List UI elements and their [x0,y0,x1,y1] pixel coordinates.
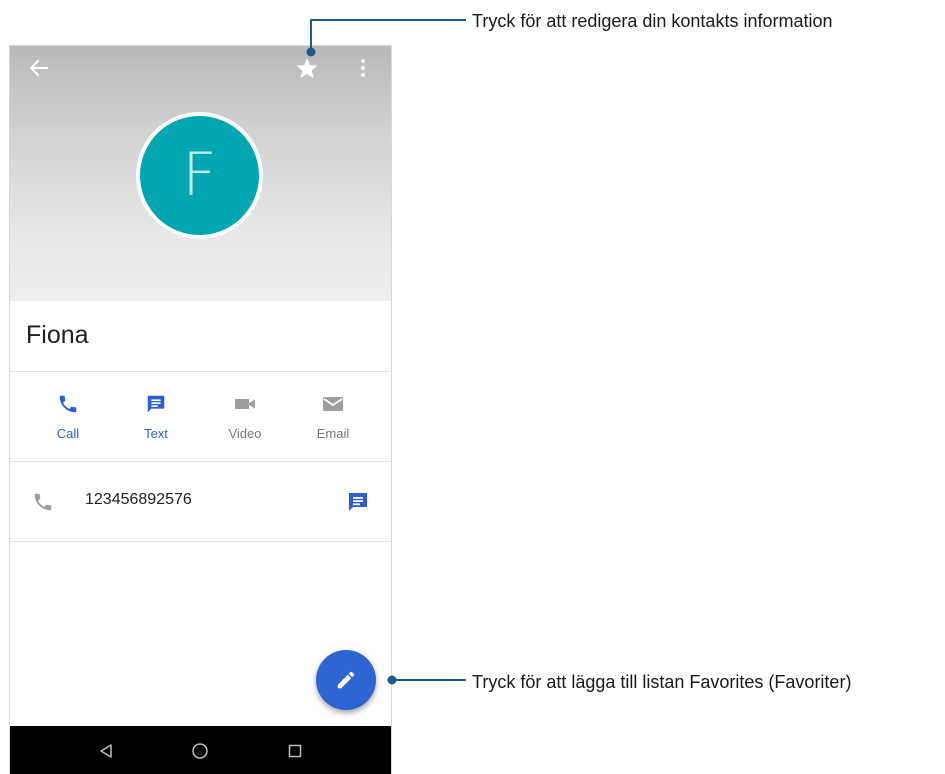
nav-back-button[interactable] [93,738,119,764]
divider [10,371,391,372]
message-icon [349,493,367,511]
action-label: Email [316,426,350,441]
action-label: Call [56,426,80,441]
send-message-button[interactable] [346,490,370,514]
contact-actions: Call Text Video Email [10,391,391,451]
call-action[interactable]: Call [23,391,113,441]
nav-recent-apps-button[interactable] [282,738,308,764]
phone-screen: F Fiona Call Text Video Email 1234568925… [9,45,392,774]
nav-recent-icon [288,744,302,758]
action-label: Video [228,426,262,441]
contact-name: Fiona [26,321,89,349]
star-icon [296,57,318,78]
email-icon [323,397,343,411]
edit-pencil-icon [337,671,355,689]
phone-number: 123456892576 [85,491,192,508]
action-label: Text [144,426,168,441]
phone-icon [59,395,77,413]
avatar: F [140,116,259,235]
divider [10,541,391,542]
nav-back-icon [100,744,112,758]
phone-icon [34,493,52,511]
nav-home-button[interactable] [187,738,213,764]
star-callout-text: Tryck för att redigera din kontakts info… [472,11,833,31]
more-vert-icon [361,59,365,77]
more-options-button[interactable] [350,54,376,82]
message-icon [147,395,165,413]
nav-home-icon [192,743,208,759]
phone-number-row[interactable]: 123456892576 [10,486,391,520]
fab-callout-text: Tryck för att lägga till listan Favorite… [472,672,852,692]
video-action[interactable]: Video [200,391,290,441]
back-arrow-icon [29,59,48,77]
back-button[interactable] [24,56,54,80]
email-action[interactable]: Email [288,391,378,441]
text-action[interactable]: Text [111,391,201,441]
edit-contact-button[interactable] [316,650,376,710]
divider [10,461,391,462]
system-navigation-bar [10,726,391,774]
avatar-frame: F [136,112,263,239]
video-icon [235,399,255,409]
contact-header: F [10,46,391,301]
favorite-button[interactable] [292,54,322,82]
